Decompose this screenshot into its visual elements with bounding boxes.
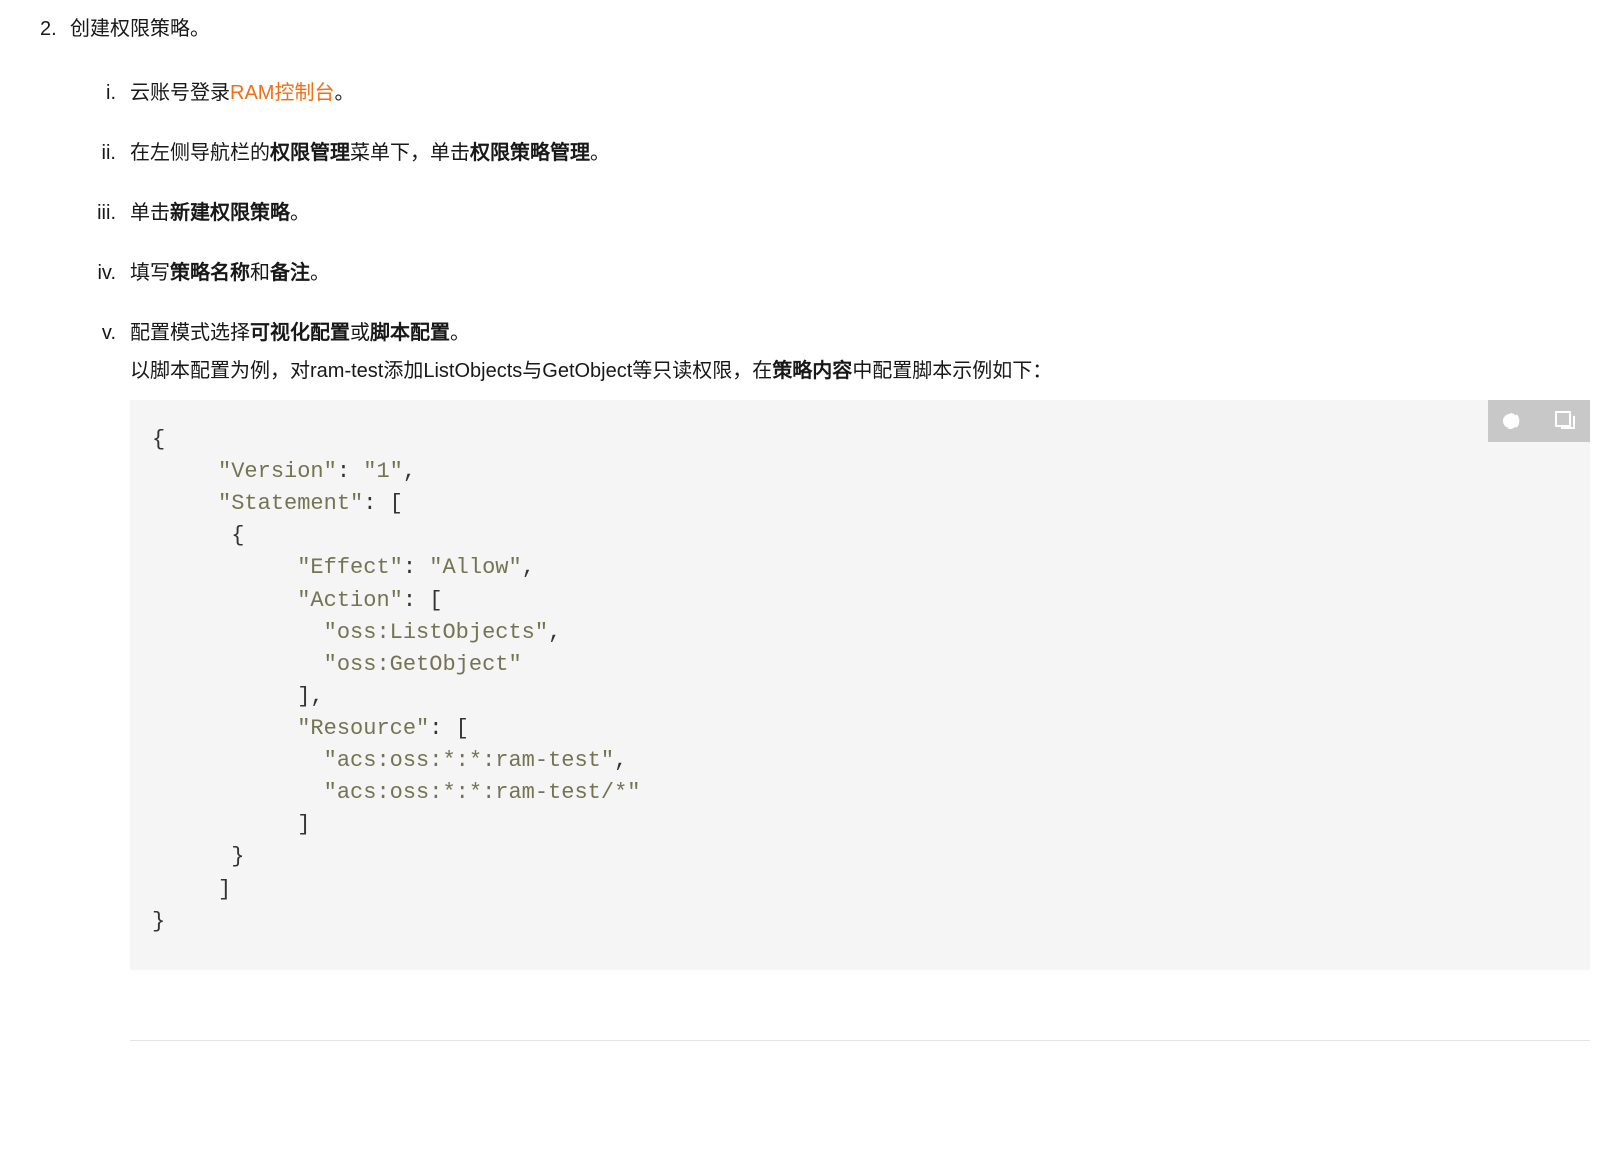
bold-policy-content: 策略内容 — [772, 360, 852, 382]
text: 。 — [290, 202, 310, 224]
ram-console-link[interactable]: RAM控制台 — [230, 82, 334, 104]
substep-i: i. 云账号登录RAM控制台。 — [70, 74, 1590, 112]
substep-iii: iii. 单击新建权限策略。 — [70, 194, 1590, 232]
text: 。 — [310, 262, 330, 284]
text: 中配置脚本示例如下： — [852, 360, 1052, 382]
substep-i-text: 云账号登录RAM控制台。 — [130, 74, 1590, 112]
marker-iii: iii. — [70, 194, 116, 232]
bold-policy-name: 策略名称 — [170, 262, 250, 284]
substep-ii: ii. 在左侧导航栏的权限管理菜单下，单击权限策略管理。 — [70, 134, 1590, 172]
marker-i: i. — [70, 74, 116, 112]
text: 。 — [450, 322, 470, 344]
text: 菜单下，单击 — [350, 142, 470, 164]
step-marker: 2. — [40, 10, 57, 48]
substep-v-line1: 配置模式选择可视化配置或脚本配置。 — [130, 314, 1590, 352]
text: 单击 — [130, 202, 170, 224]
code-toolbar — [1488, 400, 1590, 442]
text: 云账号登录 — [130, 82, 230, 104]
marker-iv: iv. — [70, 254, 116, 292]
copy-icon[interactable] — [1554, 410, 1576, 432]
substep-iii-text: 单击新建权限策略。 — [130, 194, 1590, 232]
bold-remark: 备注 — [270, 262, 310, 284]
substep-v: v. 配置模式选择可视化配置或脚本配置。 以脚本配置为例，对ram-test添加… — [70, 314, 1590, 970]
text: 填写 — [130, 262, 170, 284]
divider — [130, 1040, 1590, 1041]
code-block: { "Version": "1", "Statement": [ { "Effe… — [130, 400, 1590, 970]
text: 在左侧导航栏的 — [130, 142, 270, 164]
bold-script-config: 脚本配置 — [370, 322, 450, 344]
text: 以脚本配置为例，对ram-test添加ListObjects与GetObject… — [130, 360, 772, 382]
text: 或 — [350, 322, 370, 344]
substep-iv-text: 填写策略名称和备注。 — [130, 254, 1590, 292]
substep-iv: iv. 填写策略名称和备注。 — [70, 254, 1590, 292]
text: 配置模式选择 — [130, 322, 250, 344]
text: 。 — [334, 82, 354, 104]
substep-ii-text: 在左侧导航栏的权限管理菜单下，单击权限策略管理。 — [130, 134, 1590, 172]
step-2: 2. 创建权限策略。 i. 云账号登录RAM控制台。 ii. 在左侧导航栏的权限… — [20, 10, 1590, 970]
bold-policy-mgmt: 权限策略管理 — [470, 142, 590, 164]
text: 。 — [590, 142, 610, 164]
theme-toggle-icon[interactable] — [1502, 411, 1532, 431]
bold-visual-config: 可视化配置 — [250, 322, 350, 344]
bold-permission-mgmt: 权限管理 — [270, 142, 350, 164]
code-content: { "Version": "1", "Statement": [ { "Effe… — [130, 400, 1590, 970]
substep-v-line2: 以脚本配置为例，对ram-test添加ListObjects与GetObject… — [130, 352, 1590, 390]
text: 和 — [250, 262, 270, 284]
marker-v: v. — [70, 314, 116, 352]
bold-new-policy: 新建权限策略 — [170, 202, 290, 224]
step-title: 创建权限策略。 — [70, 10, 1590, 48]
marker-ii: ii. — [70, 134, 116, 172]
